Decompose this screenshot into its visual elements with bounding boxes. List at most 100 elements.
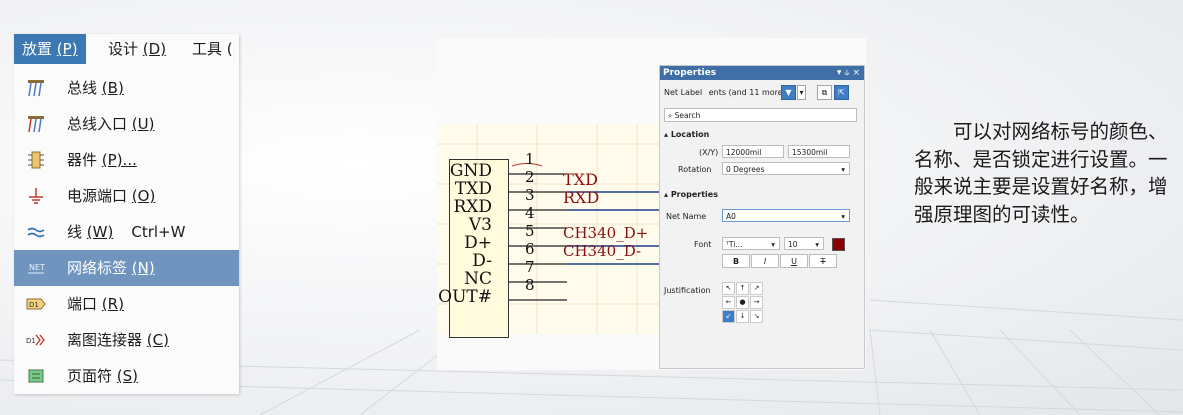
search-icon: ⌕ xyxy=(668,111,675,120)
menu-item-shortcut: Ctrl+W xyxy=(131,223,186,241)
copy-icon[interactable]: ⧉ xyxy=(817,85,832,100)
net-label[interactable]: CH340_D+ xyxy=(563,224,648,242)
chevron-down-icon: ▾ xyxy=(771,240,775,249)
location-section-header[interactable]: ▴ Location xyxy=(664,130,709,139)
menu-item-bus[interactable]: 总线 (B) xyxy=(14,70,239,106)
menu-item-net-label[interactable]: NET 网络标签 (N) xyxy=(14,250,239,286)
menu-item-key: (O) xyxy=(131,187,156,205)
pin-name: D+ xyxy=(464,233,492,253)
filter-label: Net Label xyxy=(664,88,703,97)
pin-number: 1 xyxy=(525,150,535,168)
pin-number: 4 xyxy=(525,204,535,222)
font-family-value: Ti... xyxy=(728,240,743,249)
menu-item-key: (B) xyxy=(101,79,124,97)
component-icon xyxy=(26,150,46,170)
net-label-icon: NET xyxy=(26,258,46,278)
underline-button[interactable]: U xyxy=(780,254,808,268)
pin-name: GND xyxy=(449,161,492,181)
justify-top-right[interactable]: ↗ xyxy=(750,282,763,295)
x-coordinate-input[interactable]: 12000mil xyxy=(722,145,784,158)
justify-bottom-right[interactable]: ↘ xyxy=(750,310,763,323)
menu-design-key: (D) xyxy=(142,40,167,58)
schematic-screenshot: GND TXD RXD V3 D+ D- NC OUT# 1 2 3 4 5 6… xyxy=(437,38,866,370)
menu-tools-label: 工具 xyxy=(192,40,223,58)
menu-item-label: 线 xyxy=(67,223,83,241)
pin-number: 6 xyxy=(525,240,535,258)
menu-items: 总线 (B) 总线入口 (U) 器件 (P)... 电源端口 (O) 线 (W)… xyxy=(14,70,239,394)
pin-number: 3 xyxy=(525,186,535,204)
pin-name: V3 xyxy=(468,215,492,235)
pin-name: RXD xyxy=(453,197,492,217)
menu-item-power-port[interactable]: 电源端口 (O) xyxy=(14,178,239,214)
port-icon: D1 xyxy=(26,294,46,314)
properties-section-header[interactable]: ▴ Properties xyxy=(664,190,718,199)
rotation-value: 0 Degrees xyxy=(726,165,765,174)
place-menu: 放置 (P) 设计 (D) 工具 ( 总线 (B) 总线入口 (U) 器件 (P… xyxy=(14,34,239,394)
font-family-select[interactable]: ᵀTi... ▾ xyxy=(722,237,780,250)
menu-item-bus-entry[interactable]: 总线入口 (U) xyxy=(14,106,239,142)
filter-row: Net Label ents (and 11 more) xyxy=(664,88,786,97)
font-size-select[interactable]: 10 ▾ xyxy=(784,237,824,250)
filter-text: ents (and 11 more) xyxy=(708,88,786,97)
bus-entry-icon xyxy=(26,114,46,134)
pin-number: 8 xyxy=(525,276,535,294)
menu-item-off-sheet-connector[interactable]: D1 离图连接器 (C) xyxy=(14,322,239,358)
search-input[interactable]: ⌕ Search xyxy=(664,108,857,122)
menu-place[interactable]: 放置 (P) xyxy=(14,34,86,64)
properties-header-label: Properties xyxy=(670,190,718,199)
properties-panel: Properties ▾ ⫝ × Net Label ents (and 11 … xyxy=(659,65,865,369)
xy-label: (X/Y) xyxy=(699,148,719,157)
justify-bottom-left[interactable]: ↙ xyxy=(722,310,735,323)
menu-item-key: (S) xyxy=(116,367,139,385)
bold-button[interactable]: B xyxy=(722,254,750,268)
justify-middle-left[interactable]: ← xyxy=(722,296,735,309)
menu-tools[interactable]: 工具 ( xyxy=(184,34,241,64)
page-symbol-icon xyxy=(26,366,46,386)
menu-item-label: 器件 xyxy=(67,151,98,169)
justify-center[interactable]: ● xyxy=(736,296,749,309)
menu-design[interactable]: 设计 (D) xyxy=(100,34,174,64)
select-icon[interactable]: ⇱ xyxy=(834,85,849,100)
menu-design-label: 设计 xyxy=(108,40,139,58)
menu-item-component[interactable]: 器件 (P)... xyxy=(14,142,239,178)
location-header-label: Location xyxy=(670,130,710,139)
justify-top-center[interactable]: ↑ xyxy=(736,282,749,295)
italic-button[interactable]: I xyxy=(751,254,779,268)
justify-top-left[interactable]: ↖ xyxy=(722,282,735,295)
pin-number: 2 xyxy=(525,168,535,186)
menu-item-label: 电源端口 xyxy=(67,187,128,205)
filter-dropdown-icon[interactable]: ▾ xyxy=(797,85,806,100)
pin-name: D- xyxy=(472,251,492,271)
justify-middle-right[interactable]: → xyxy=(750,296,763,309)
menu-item-port[interactable]: D1 端口 (R) xyxy=(14,286,239,322)
rotation-select[interactable]: 0 Degrees ▾ xyxy=(722,162,850,175)
menu-item-page-symbol[interactable]: 页面符 (S) xyxy=(14,358,239,394)
bus-icon xyxy=(26,78,46,98)
pin-name: OUT# xyxy=(438,287,492,307)
menu-place-label: 放置 xyxy=(22,40,53,58)
net-name-select[interactable]: A0 ▾ xyxy=(722,209,850,222)
net-label[interactable]: CH340_D- xyxy=(563,242,641,260)
net-name-value: A0 xyxy=(726,212,736,221)
justify-bottom-center[interactable]: ↓ xyxy=(736,310,749,323)
menu-item-wire[interactable]: 线 (W) Ctrl+W xyxy=(14,214,239,250)
svg-text:D1: D1 xyxy=(29,301,39,309)
filter-icon[interactable]: ▼ xyxy=(781,85,796,100)
panel-controls[interactable]: ▾ ⫝ × xyxy=(837,66,860,80)
menu-item-key: (P)... xyxy=(101,151,137,169)
off-sheet-connector-icon: D1 xyxy=(26,330,46,350)
menu-item-key: (N) xyxy=(131,259,155,277)
description-text: 可以对网络标号的颜色、名称、是否锁定进行设置。一般来说主要是设置好名称，增强原理… xyxy=(914,118,1176,228)
properties-title-bar: Properties ▾ ⫝ × xyxy=(660,66,864,80)
pin-number: 7 xyxy=(525,258,535,276)
rotation-label: Rotation xyxy=(678,165,712,174)
net-label[interactable]: RXD xyxy=(563,188,599,207)
strikethrough-button[interactable]: T xyxy=(809,254,837,268)
y-coordinate-input[interactable]: 15300mil xyxy=(788,145,850,158)
menu-item-key: (W) xyxy=(86,223,114,241)
power-port-icon xyxy=(26,186,46,206)
net-label[interactable]: TXD xyxy=(563,170,598,189)
font-color-swatch[interactable] xyxy=(832,238,845,251)
pin-number: 5 xyxy=(525,222,535,240)
menu-place-key: (P) xyxy=(56,40,78,58)
